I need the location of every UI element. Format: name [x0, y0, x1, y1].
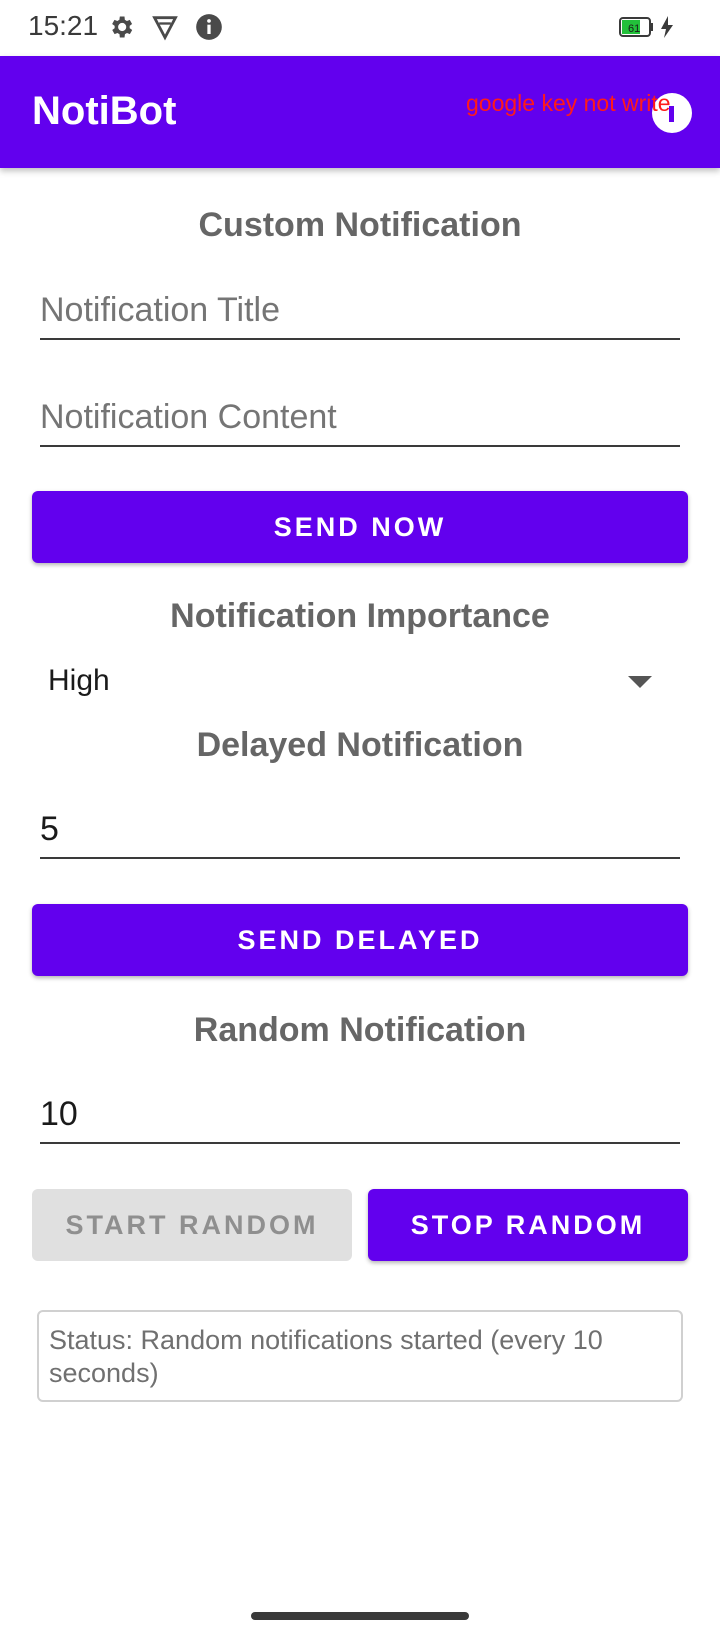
vpn-shield-icon	[152, 16, 178, 41]
send-now-button[interactable]: SEND NOW	[32, 491, 688, 563]
notification-content-field[interactable]: Notification Content	[40, 387, 680, 447]
info-icon	[196, 14, 222, 40]
notification-importance-heading: Notification Importance	[170, 597, 550, 635]
importance-selected-value: High	[48, 664, 110, 697]
stop-random-button[interactable]: STOP RANDOM	[368, 1189, 688, 1261]
random-interval-field[interactable]: 10	[40, 1084, 680, 1144]
app-title: NotiBot	[32, 89, 177, 133]
importance-dropdown[interactable]: High	[40, 656, 680, 712]
send-delayed-button[interactable]: SEND DELAYED	[32, 904, 688, 976]
delayed-notification-heading: Delayed Notification	[196, 726, 524, 764]
status-text: Status: Random notifications started (ev…	[49, 1325, 603, 1388]
delay-seconds-field[interactable]: 5	[40, 799, 680, 859]
random-notification-heading: Random Notification	[193, 1011, 527, 1049]
status-time: 15:21	[28, 10, 99, 41]
google-key-warning: google key not write	[466, 90, 671, 116]
custom-notification-heading: Custom Notification	[198, 206, 522, 244]
app-bar: NotiBot google key not write	[0, 56, 720, 168]
notification-content-placeholder: Notification Content	[40, 398, 337, 436]
charging-bolt-icon	[661, 16, 673, 38]
start-random-button[interactable]: START RANDOM	[32, 1189, 352, 1261]
battery-icon: 61	[619, 17, 653, 37]
notification-title-placeholder: Notification Title	[40, 291, 280, 329]
delay-seconds-value: 5	[40, 810, 59, 848]
gear-icon	[112, 16, 133, 38]
notification-title-field[interactable]: Notification Title	[40, 280, 680, 340]
home-indicator[interactable]	[251, 1612, 469, 1620]
status-bar: 15:21 61	[0, 0, 720, 56]
dropdown-arrow-icon	[628, 676, 652, 688]
random-interval-value: 10	[40, 1095, 78, 1133]
status-box: Status: Random notifications started (ev…	[37, 1310, 683, 1402]
battery-level: 61	[628, 23, 640, 35]
